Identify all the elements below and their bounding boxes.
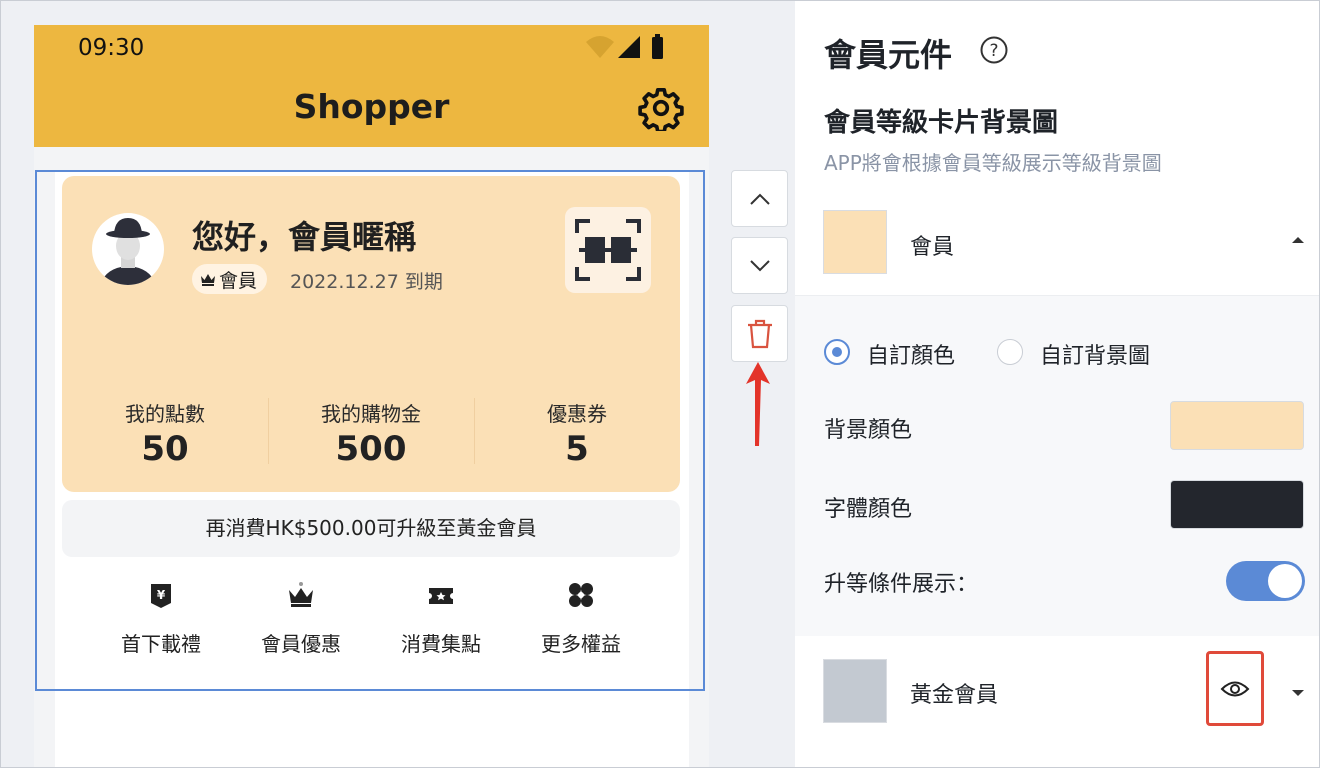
stat-coupons[interactable]: 優惠券 5 <box>477 398 677 469</box>
annotation-arrow <box>746 362 770 446</box>
level-name: 黃金會員 <box>910 683 999 708</box>
barcode-scan-icon <box>575 219 641 281</box>
crown-icon <box>201 273 215 286</box>
benefit-label: 更多權益 <box>541 632 621 656</box>
caret-up-icon[interactable] <box>1292 237 1304 243</box>
stat-value: 50 <box>141 429 189 469</box>
radio-custom-color-label: 自訂顏色 <box>867 344 956 369</box>
stat-divider <box>268 398 269 464</box>
svg-text:¥: ¥ <box>157 588 166 602</box>
bg-color-label: 背景顏色 <box>824 418 913 443</box>
benefit-label: 首下載禮 <box>121 632 201 656</box>
signal-icon <box>618 36 640 58</box>
section-subtitle: APP將會根據會員等級展示等級背景圖 <box>824 151 1162 175</box>
panel-title: 會員元件 <box>824 36 953 74</box>
radio-custom-color[interactable] <box>824 339 850 365</box>
level-badge-label: 會員 <box>219 269 258 292</box>
eye-icon <box>1220 681 1250 696</box>
help-icon[interactable]: ? <box>980 36 1008 64</box>
crown-icon <box>289 582 313 607</box>
toggle-knob <box>1268 564 1302 598</box>
level-row-member[interactable]: 會員 <box>795 195 1320 295</box>
stat-value: 500 <box>335 429 407 469</box>
stat-value: 5 <box>565 429 589 469</box>
section-title: 會員等級卡片背景圖 <box>824 108 1059 138</box>
font-color-label: 字體顏色 <box>824 497 913 522</box>
stat-label: 我的點數 <box>125 402 205 426</box>
settings-panel: 會員元件 ? 會員等級卡片背景圖 APP將會根據會員等級展示等級背景圖 會員 自… <box>795 0 1320 768</box>
scan-code-button[interactable] <box>565 207 651 293</box>
chevron-down-icon <box>749 259 770 271</box>
stat-label: 我的購物金 <box>321 402 421 426</box>
ticket-icon <box>429 588 453 604</box>
greeting: 您好，會員暱稱 <box>192 218 417 256</box>
battery-icon <box>652 37 663 59</box>
avatar <box>92 213 164 285</box>
svg-text:?: ? <box>989 41 998 61</box>
benefit-download-gift[interactable]: ¥ 首下載禮 <box>91 580 231 657</box>
chevron-up-icon <box>749 193 770 205</box>
level-badge: 會員 <box>192 264 268 294</box>
stat-divider <box>474 398 475 464</box>
benefit-more-rights[interactable]: 更多權益 <box>511 580 651 657</box>
move-up-button[interactable] <box>731 170 788 227</box>
wifi-icon <box>586 36 614 58</box>
gear-icon[interactable] <box>638 85 684 131</box>
move-down-button[interactable] <box>731 237 788 294</box>
delete-button[interactable] <box>731 305 788 362</box>
radio-custom-bg-label: 自訂背景圖 <box>1040 344 1151 369</box>
app-header: 09:30 Shopper <box>34 25 709 147</box>
level-swatch <box>823 210 887 274</box>
app-title: Shopper <box>293 87 450 126</box>
benefit-label: 消費集點 <box>401 632 481 656</box>
benefit-member-offer[interactable]: 會員優惠 <box>231 580 371 657</box>
visibility-button[interactable] <box>1206 651 1264 726</box>
benefit-collect-points[interactable]: 消費集點 <box>371 580 511 657</box>
grid-more-icon <box>569 583 593 607</box>
stat-points[interactable]: 我的點數 50 <box>65 398 265 469</box>
status-icons <box>586 34 663 59</box>
level-swatch <box>823 659 887 723</box>
upgrade-display-label: 升等條件展示： <box>824 572 979 597</box>
upgrade-display-toggle[interactable] <box>1226 561 1305 601</box>
radio-custom-bg[interactable] <box>997 339 1023 365</box>
expiry-date: 2022.12.27 到期 <box>290 271 443 293</box>
trash-icon <box>747 319 772 348</box>
font-color-picker[interactable] <box>1170 480 1304 529</box>
bg-color-picker[interactable] <box>1170 401 1304 450</box>
member-card[interactable]: 您好，會員暱稱 會員 2022.12.27 到期 我的點數 50 我的購物金 5… <box>62 176 680 492</box>
caret-down-icon[interactable] <box>1292 690 1304 696</box>
yen-badge-icon: ¥ <box>151 584 171 608</box>
upgrade-hint: 再消費HK$500.00可升級至黃金會員 <box>62 500 680 557</box>
level-name: 會員 <box>910 235 955 260</box>
status-time: 09:30 <box>78 35 145 61</box>
stat-shopping-credit[interactable]: 我的購物金 500 <box>271 398 471 469</box>
stat-label: 優惠券 <box>547 402 607 426</box>
benefit-label: 會員優惠 <box>261 632 341 656</box>
